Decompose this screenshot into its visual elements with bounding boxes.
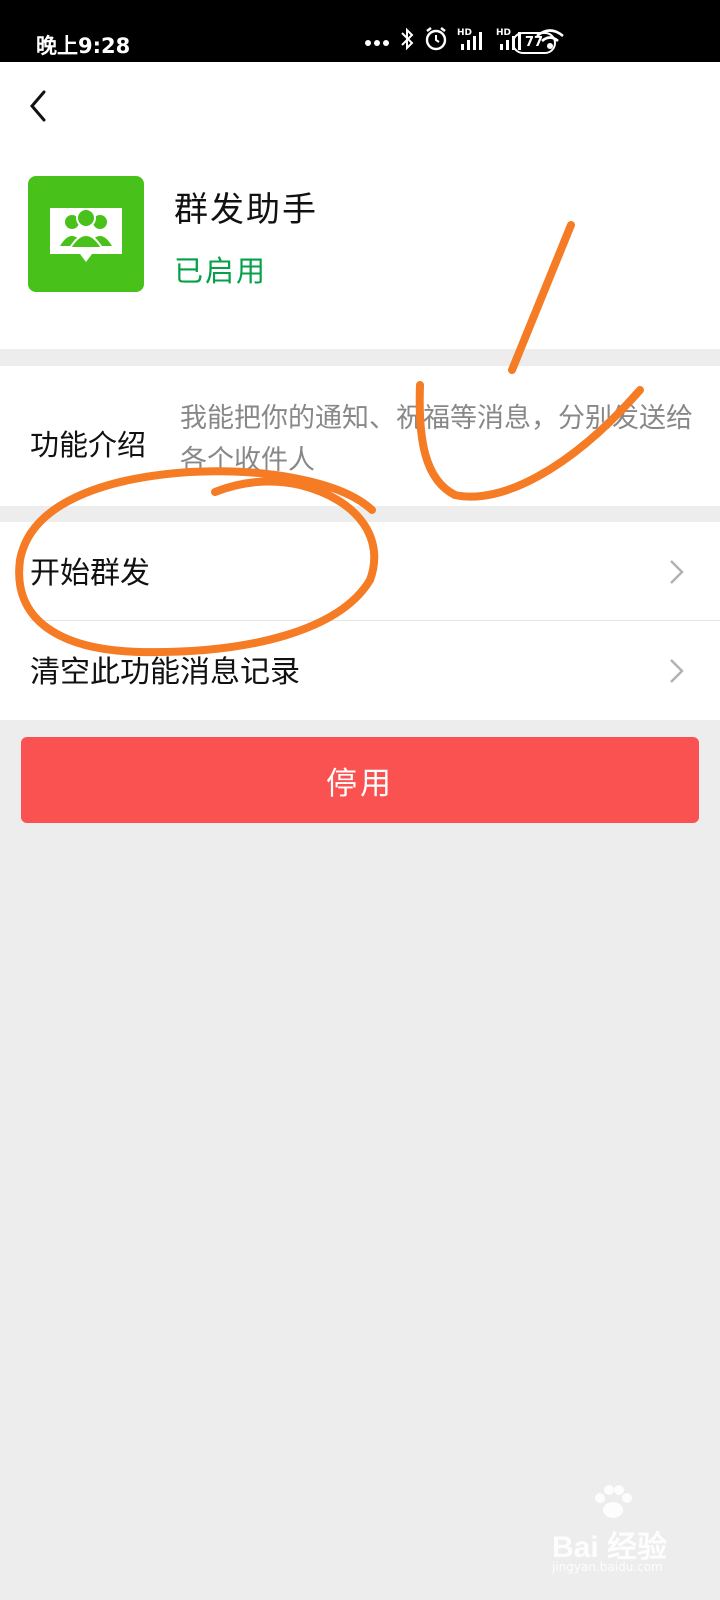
menu-item-label: 开始群发 (30, 556, 150, 591)
menu-list: 开始群发 清空此功能消息记录 (0, 522, 720, 720)
app-header-card: 群发助手 已启用 (0, 62, 720, 349)
watermark-url: jingyan.baidu.com (552, 1560, 663, 1574)
app-name: 群发助手 (174, 190, 318, 230)
alarm-icon (424, 26, 448, 56)
watermark: Bai 经验 jingyan.baidu.com (552, 1484, 702, 1574)
status-bar: 晚上9:28 HD HD 77 (0, 0, 720, 62)
chevron-right-icon (670, 659, 684, 683)
network-label-1: HD (457, 28, 472, 38)
chevron-right-icon (670, 560, 684, 584)
more-dots-icon (364, 32, 390, 51)
back-button[interactable] (20, 86, 60, 126)
status-time: 晚上9:28 (36, 34, 131, 58)
intro-card: 功能介绍 我能把你的通知、祝福等消息，分别发送给各个收件人 (0, 366, 720, 506)
clear-history-item[interactable]: 清空此功能消息记录 (0, 621, 720, 720)
intro-text: 我能把你的通知、祝福等消息，分别发送给各个收件人 (180, 403, 693, 476)
group-send-icon (50, 208, 122, 262)
app-status: 已启用 (174, 254, 268, 288)
bluetooth-icon (399, 26, 415, 56)
paw-icon (595, 1485, 632, 1518)
start-group-send-item[interactable]: 开始群发 (0, 522, 720, 621)
signal-icon: HD (457, 26, 487, 56)
disable-button[interactable]: 停用 (21, 737, 699, 823)
network-label-2: HD (496, 28, 511, 38)
back-chevron-icon (30, 90, 46, 122)
menu-item-label: 清空此功能消息记录 (30, 655, 300, 690)
battery-icon: 77 (512, 32, 556, 54)
intro-label: 功能介绍 (30, 428, 147, 462)
app-icon (28, 176, 144, 292)
